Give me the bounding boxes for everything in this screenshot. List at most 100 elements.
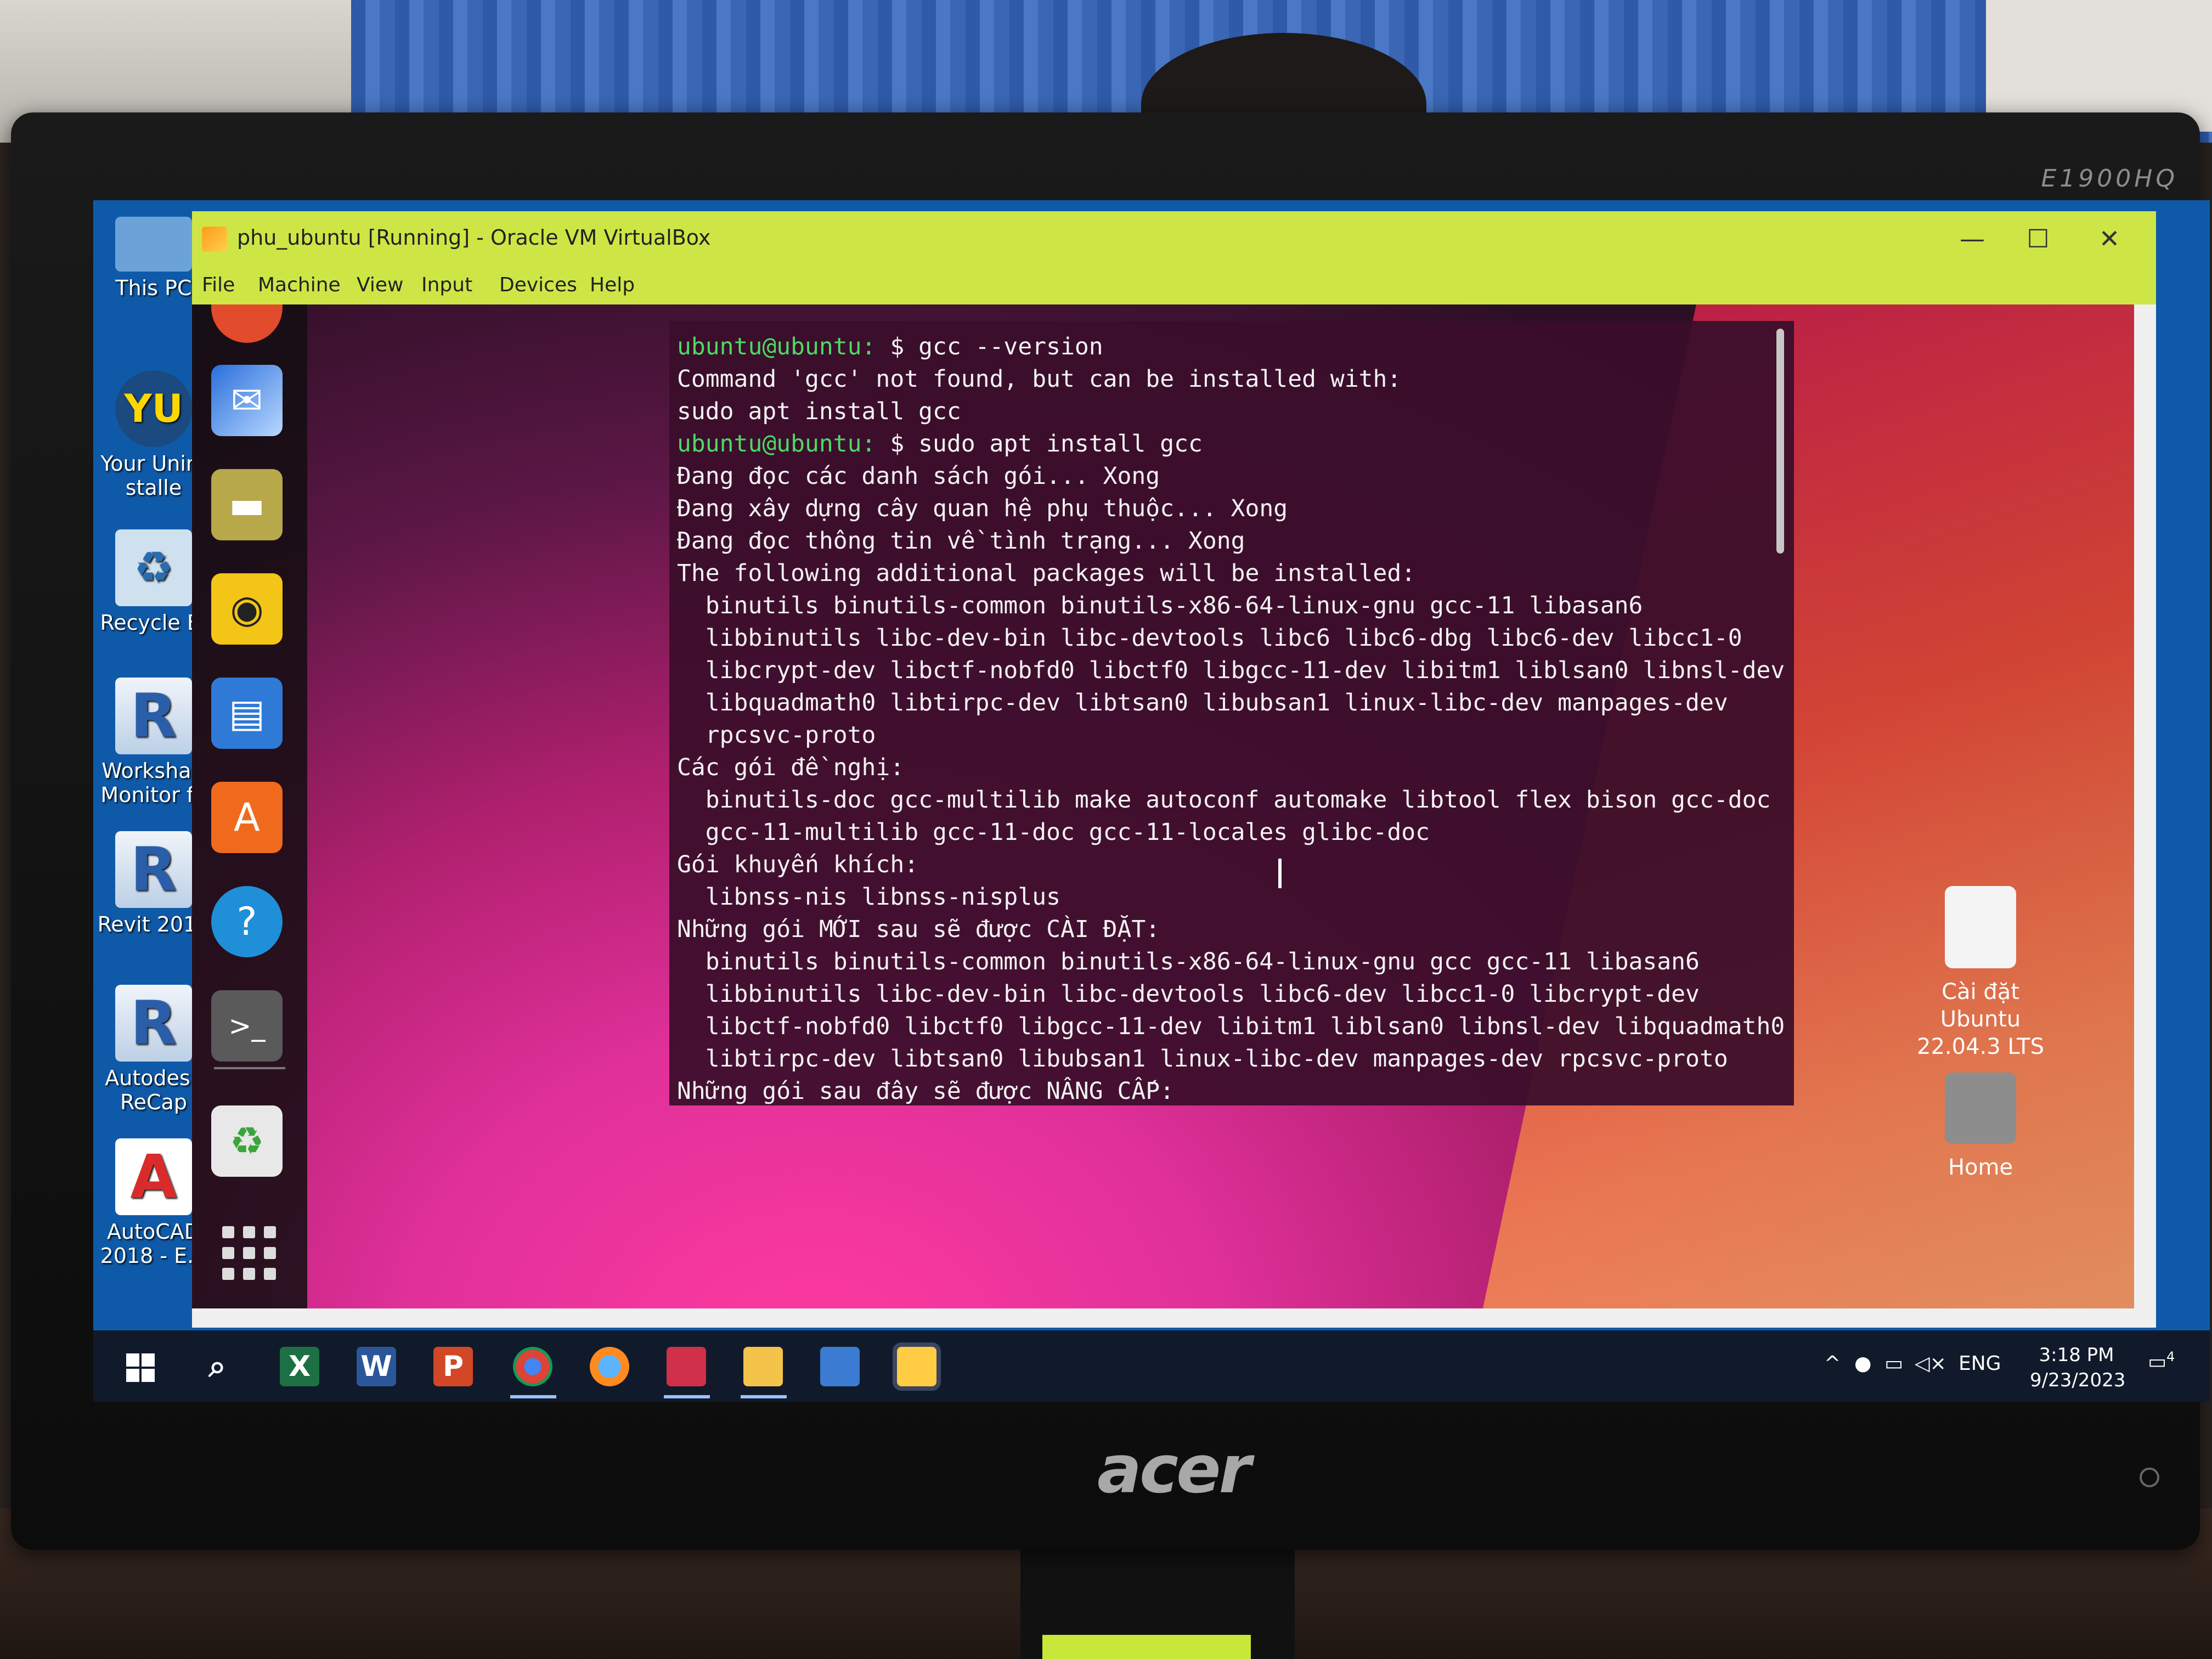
guest-ubuntu-desktop: ✉ ▬ ◉ ▤ A ? >_ ♻ ubuntu@ubuntu: $ gcc --… (192, 304, 2134, 1308)
clock-date: 9/23/2023 (2030, 1369, 2126, 1391)
terminal-line: libquadmath0 libtirpc-dev libtsan0 libub… (677, 687, 1785, 719)
desktop-icon-label: AutoCAD 2018 - E... (100, 1220, 207, 1268)
network-icon[interactable]: ▭ (1884, 1352, 1903, 1375)
text-cursor-icon (1278, 859, 1282, 888)
terminal-line: binutils binutils-common binutils-x86-64… (677, 590, 1785, 622)
terminal-line: Đang đọc các danh sách gói... Xong (677, 460, 1785, 493)
desktop-icon-label: Autodesk ReCap (105, 1066, 202, 1114)
monitor-brand-logo: acer (1097, 1432, 1251, 1508)
maximize-button[interactable]: ☐ (2008, 219, 2068, 258)
desktop-icon-home[interactable]: Home (1909, 1073, 2052, 1181)
terminal-line: Những gói MỚI sau sẽ được CÀI ĐẶT: (677, 913, 1785, 946)
chevron-up-icon[interactable]: ^ (1824, 1352, 1841, 1375)
file-explorer-icon[interactable] (743, 1347, 783, 1386)
terminal-line: ubuntu@ubuntu: $ gcc --version (677, 331, 1785, 363)
search-icon[interactable]: ⌕ (198, 1347, 237, 1386)
chromium-icon[interactable] (211, 304, 283, 343)
desktop-icon-install-ubuntu[interactable]: Cài đặt Ubuntu 22.04.3 LTS (1909, 886, 2052, 1060)
terminal-line-text: binutils binutils-common binutils-x86-64… (677, 592, 1643, 619)
terminal-line-text: Những gói sau đây sẽ được NÂNG CẤP: (677, 1077, 1175, 1105)
language-indicator[interactable]: ENG (1959, 1352, 2001, 1375)
windows-start-icon[interactable] (126, 1353, 155, 1382)
terminal-line: The following additional packages will b… (677, 557, 1785, 590)
desktop-icon-label: Home (1948, 1155, 2013, 1180)
rhythmbox-icon[interactable]: ◉ (211, 573, 283, 645)
notification-center-icon[interactable]: ▭4 (2148, 1349, 2175, 1373)
desktop-icon-label: Workshari Monitor fo (100, 759, 207, 807)
revit-wm-icon: R (115, 678, 192, 754)
menu-input[interactable]: Input (421, 274, 472, 296)
terminal-prompt: ubuntu@ubuntu: (677, 430, 876, 458)
terminal-line-text: libquadmath0 libtirpc-dev libtsan0 libub… (677, 689, 1728, 716)
trash-icon[interactable]: ♻ (211, 1105, 283, 1177)
power-icon[interactable] (2140, 1468, 2159, 1487)
close-button[interactable]: ✕ (2079, 219, 2140, 258)
terminal-line-text: libcrypt-dev libctf-nobfd0 libctf0 libgc… (677, 657, 1785, 684)
vertical-scrollbar[interactable] (2134, 304, 2156, 1308)
recap-icon: R (115, 985, 192, 1062)
menu-machine[interactable]: Machine (258, 274, 341, 296)
menu-bar: File Machine View Input Devices Help (192, 266, 2156, 304)
computer-icon (115, 217, 192, 272)
snipping-tool-icon[interactable] (667, 1347, 706, 1386)
terminal-line: binutils binutils-common binutils-x86-64… (677, 946, 1785, 978)
menu-devices[interactable]: Devices (499, 274, 577, 296)
window-titlebar[interactable]: phu_ubuntu [Running] - Oracle VM Virtual… (192, 211, 2156, 266)
system-clock[interactable]: 3:18 PM 9/23/2023 (2030, 1342, 2126, 1393)
terminal-line: libbinutils libc-dev-bin libc-devtools l… (677, 978, 1785, 1011)
terminal-line-text: Đang đọc thông tin về tình trạng... Xong (677, 527, 1245, 555)
terminal-line: libnss-nis libnss-nisplus (677, 881, 1785, 913)
terminal-line: Đang đọc thông tin về tình trạng... Xong (677, 525, 1785, 557)
terminal-scrollbar[interactable] (1776, 329, 1784, 554)
terminal-icon[interactable]: >_ (211, 990, 283, 1062)
files-folder-icon[interactable]: ▬ (211, 469, 283, 540)
dock-separator (214, 1067, 285, 1069)
ubuntu-software-icon[interactable]: A (211, 782, 283, 853)
terminal-line-text: libtirpc-dev libtsan0 libubsan1 linux-li… (677, 1045, 1728, 1073)
clock-time: 3:18 PM (2039, 1344, 2114, 1366)
terminal-line: Gói khuyến khích: (677, 849, 1785, 881)
menu-view[interactable]: View (357, 274, 403, 296)
virtualbox-taskbar-icon[interactable] (893, 1342, 941, 1391)
terminal-line-text: Các gói đề nghị: (677, 754, 905, 781)
volume-muted-icon[interactable]: ◁× (1915, 1352, 1946, 1375)
uninstaller-icon: YU (115, 370, 192, 447)
ubuntu-dock: ✉ ▬ ◉ ▤ A ? >_ ♻ (192, 304, 307, 1308)
revit-icon: R (115, 831, 192, 908)
show-applications-icon[interactable] (222, 1226, 277, 1281)
terminal-line: Đang xây dựng cây quan hệ phụ thuộc... X… (677, 493, 1785, 525)
terminal-line: libctf-nobfd0 libctf0 libgcc-11-dev libi… (677, 1011, 1785, 1043)
word-icon[interactable]: W (357, 1347, 396, 1386)
minimize-button[interactable]: — (1942, 219, 2002, 258)
terminal-line: ubuntu@ubuntu: $ sudo apt install gcc (677, 428, 1785, 460)
autocad-icon: A (115, 1138, 192, 1215)
horizontal-scrollbar[interactable] (192, 1308, 2156, 1328)
terminal-line: Các gói đề nghị: (677, 752, 1785, 784)
terminal-window[interactable]: ubuntu@ubuntu: $ gcc --version Command 'g… (669, 321, 1794, 1105)
firefox-icon[interactable] (590, 1347, 629, 1386)
explorer-active-indicator (741, 1395, 787, 1398)
desktop-icon-label: This PC (115, 276, 192, 300)
terminal-line-text: Những gói MỚI sau sẽ được CÀI ĐẶT: (677, 916, 1160, 943)
terminal-line: rpcsvc-proto (677, 719, 1785, 752)
menu-file[interactable]: File (202, 274, 235, 296)
virtualbox-3d-icon[interactable] (820, 1347, 860, 1386)
background-wall-right (1986, 0, 2212, 132)
virtualbox-icon (202, 227, 227, 252)
help-icon[interactable]: ? (211, 886, 283, 957)
libreoffice-writer-icon[interactable]: ▤ (211, 678, 283, 749)
recycle-bin-icon: ♻ (115, 529, 192, 606)
desktop-icon-label: Cài đặt Ubuntu 22.04.3 LTS (1917, 979, 2044, 1059)
tray-app-icon[interactable]: ● (1854, 1352, 1871, 1375)
excel-icon[interactable]: X (280, 1347, 319, 1386)
terminal-line-text: sudo apt install gcc (677, 398, 961, 425)
home-folder-icon (1945, 1073, 2016, 1144)
chrome-icon[interactable] (513, 1347, 552, 1386)
desktop-icon-label: Your Unin-stalle (100, 452, 207, 500)
menu-help[interactable]: Help (590, 274, 635, 296)
terminal-line: Command 'gcc' not found, but can be inst… (677, 363, 1785, 396)
thunderbird-mail-icon[interactable]: ✉ (211, 365, 283, 436)
powerpoint-icon[interactable]: P (433, 1347, 473, 1386)
terminal-line-text: rpcsvc-proto (677, 721, 876, 749)
terminal-output[interactable]: ubuntu@ubuntu: $ gcc --version Command 'g… (669, 321, 1798, 1108)
